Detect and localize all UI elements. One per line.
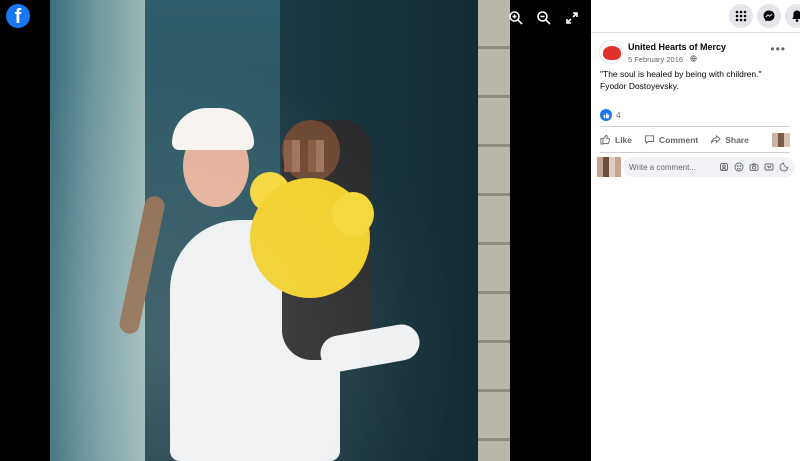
post-actions: Like Comment Share [600,130,790,150]
fullscreen-icon[interactable] [562,8,582,28]
viewer-toolbar [506,8,582,28]
user-avatar[interactable] [597,157,621,177]
photo-viewer: f [0,0,591,461]
comment-icon [644,134,655,147]
top-bar [591,0,800,32]
post-header: United Hearts of Mercy 5 February 2016 ·… [599,40,794,68]
share-button[interactable]: Share [710,134,749,147]
comment-composer: Write a comment... [597,157,795,177]
share-label: Share [725,135,749,145]
notifications-bell-icon[interactable] [785,4,800,28]
comment-input[interactable]: Write a comment... [623,157,795,177]
post-date-text[interactable]: 5 February 2016 · [628,55,690,64]
like-icon [600,134,611,147]
heart-logo-icon [603,46,621,60]
actions-divider [600,152,790,153]
comment-label: Comment [659,135,699,145]
photo-light [50,0,510,461]
like-reaction-icon [600,109,612,121]
comment-tools [718,162,789,173]
post-date[interactable]: 5 February 2016 · [628,55,697,64]
actions-divider [600,126,790,127]
post-caption-line: "The soul is healed by being with childr… [600,69,762,79]
like-button[interactable]: Like [600,134,632,147]
messenger-icon[interactable] [757,4,781,28]
top-divider [591,32,800,33]
gif-icon[interactable] [763,162,774,173]
reaction-count: 4 [616,110,621,120]
comment-button[interactable]: Comment [644,134,698,147]
page-avatar[interactable] [599,40,623,64]
post-caption: "The soul is healed by being with childr… [600,69,790,92]
facebook-logo-icon[interactable]: f [6,4,30,28]
share-as-avatar[interactable] [772,133,790,147]
post-caption-line: Fyodor Dostoyevsky. [600,80,679,91]
reactions-summary[interactable]: 4 [600,109,621,121]
post-author[interactable]: United Hearts of Mercy [628,42,726,52]
post-photo[interactable] [50,0,510,461]
more-options-icon[interactable]: ••• [770,42,786,56]
avatar-sticker-icon[interactable] [718,162,729,173]
zoom-in-icon[interactable] [506,8,526,28]
sticker-icon[interactable] [778,162,789,173]
share-icon [710,134,721,147]
menu-grid-icon[interactable] [729,4,753,28]
zoom-out-icon[interactable] [534,8,554,28]
emoji-icon[interactable] [733,162,744,173]
like-label: Like [615,135,633,145]
comment-placeholder[interactable]: Write a comment... [629,163,718,172]
post-side-panel: United Hearts of Mercy 5 February 2016 ·… [591,0,800,461]
globe-icon [690,55,697,64]
camera-icon[interactable] [748,162,759,173]
